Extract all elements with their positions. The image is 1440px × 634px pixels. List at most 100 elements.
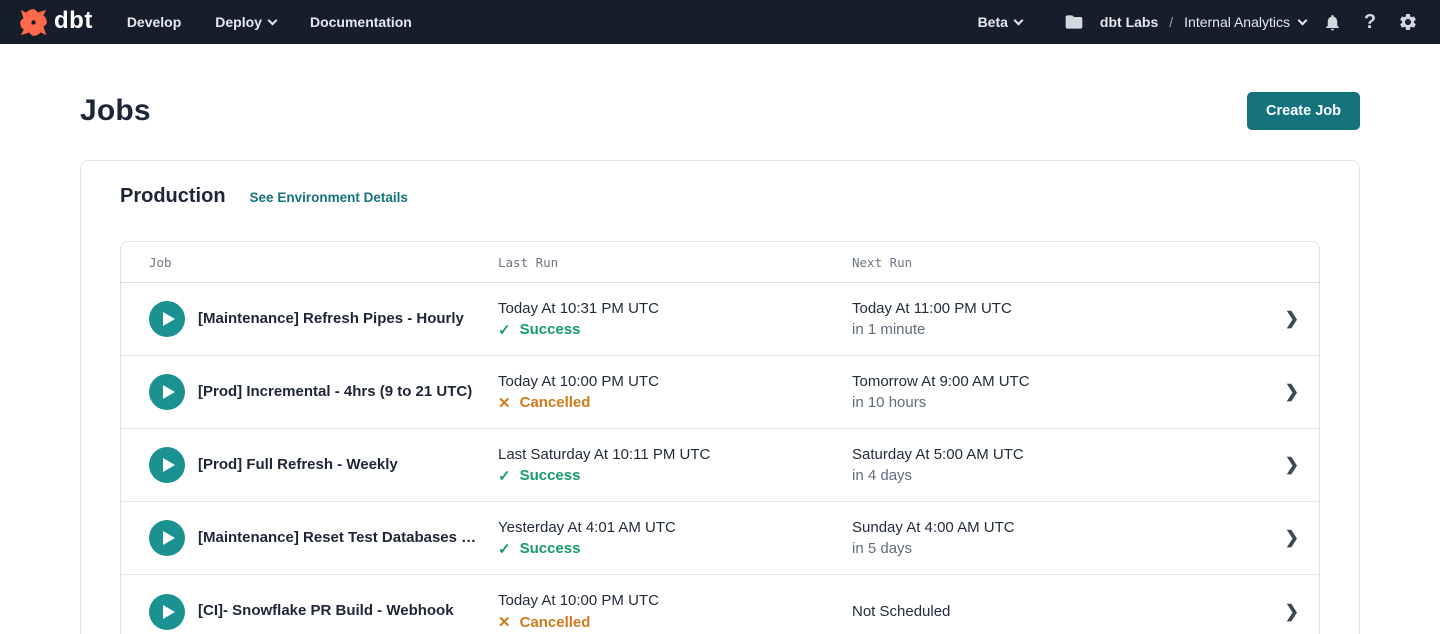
last-run-status: ✓ Success xyxy=(498,540,836,558)
last-run-status: ✕ Cancelled xyxy=(498,394,836,412)
run-job-play-button[interactable] xyxy=(149,301,185,337)
create-job-button[interactable]: Create Job xyxy=(1247,92,1360,130)
breadcrumb[interactable]: dbt Labs / Internal Analytics xyxy=(1100,14,1306,30)
page-header: Jobs Create Job xyxy=(80,92,1360,130)
see-environment-details-link[interactable]: See Environment Details xyxy=(250,190,408,205)
play-icon xyxy=(163,458,175,472)
job-cell: [CI]- Snowflake PR Build - Webhook xyxy=(149,594,498,630)
next-run-relative: in 5 days xyxy=(852,540,1243,557)
status-icon: ✓ xyxy=(498,540,511,558)
row-chevron-cell: ❯ xyxy=(1259,528,1299,548)
row-chevron-cell: ❯ xyxy=(1259,455,1299,475)
job-name: [Prod] Full Refresh - Weekly xyxy=(198,456,398,475)
table-row[interactable]: [Maintenance] Refresh Pipes - Hourly Tod… xyxy=(121,283,1319,356)
last-run-status-label: Success xyxy=(520,321,581,338)
next-run-time: Tomorrow At 9:00 AM UTC xyxy=(852,373,1243,390)
next-run-cell: Today At 11:00 PM UTC in 1 minute xyxy=(852,300,1259,338)
chevron-right-icon[interactable]: ❯ xyxy=(1285,602,1299,622)
table-row[interactable]: [Prod] Incremental - 4hrs (9 to 21 UTC) … xyxy=(121,356,1319,429)
job-cell: [Maintenance] Reset Test Databases - W..… xyxy=(149,520,498,556)
job-cell: [Maintenance] Refresh Pipes - Hourly xyxy=(149,301,498,337)
table-row[interactable]: [CI]- Snowflake PR Build - Webhook Today… xyxy=(121,575,1319,634)
run-job-play-button[interactable] xyxy=(149,594,185,630)
page-title: Jobs xyxy=(80,94,151,128)
last-run-status-label: Success xyxy=(520,540,581,557)
next-run-cell: Sunday At 4:00 AM UTC in 5 days xyxy=(852,519,1259,557)
last-run-time: Today At 10:00 PM UTC xyxy=(498,592,836,609)
status-icon: ✕ xyxy=(498,613,511,631)
help-icon[interactable]: ? xyxy=(1358,10,1382,34)
column-header-last-run: Last Run xyxy=(498,255,852,270)
next-run-cell: Tomorrow At 9:00 AM UTC in 10 hours xyxy=(852,373,1259,411)
chevron-right-icon[interactable]: ❯ xyxy=(1285,455,1299,475)
run-job-play-button[interactable] xyxy=(149,520,185,556)
next-run-time: Not Scheduled xyxy=(852,603,1243,620)
last-run-cell: Yesterday At 4:01 AM UTC ✓ Success xyxy=(498,519,852,558)
next-run-time: Saturday At 5:00 AM UTC xyxy=(852,446,1243,463)
play-icon xyxy=(163,385,175,399)
page-body: Jobs Create Job Production See Environme… xyxy=(0,92,1440,634)
job-name: [Maintenance] Reset Test Databases - W..… xyxy=(198,529,478,548)
job-name: [CI]- Snowflake PR Build - Webhook xyxy=(198,602,454,621)
last-run-status: ✓ Success xyxy=(498,321,836,339)
row-chevron-cell: ❯ xyxy=(1259,382,1299,402)
environment-header: Production See Environment Details xyxy=(120,185,1320,208)
last-run-cell: Today At 10:31 PM UTC ✓ Success xyxy=(498,300,852,339)
last-run-status-label: Success xyxy=(520,467,581,484)
jobs-table-body: [Maintenance] Refresh Pipes - Hourly Tod… xyxy=(121,283,1319,634)
brand-word: dbt xyxy=(54,9,93,36)
table-row[interactable]: [Prod] Full Refresh - Weekly Last Saturd… xyxy=(121,429,1319,502)
account-name: dbt Labs xyxy=(1100,14,1158,30)
row-chevron-cell: ❯ xyxy=(1259,602,1299,622)
jobs-table-header: Job Last Run Next Run xyxy=(121,242,1319,283)
breadcrumb-separator: / xyxy=(1167,14,1175,30)
folder-icon xyxy=(1062,10,1086,34)
nav-item-deploy[interactable]: Deploy xyxy=(215,14,276,30)
top-nav: dbt Develop Deploy Documentation Beta db… xyxy=(0,0,1440,44)
last-run-cell: Today At 10:00 PM UTC ✕ Cancelled xyxy=(498,592,852,631)
last-run-status: ✓ Success xyxy=(498,467,836,485)
job-cell: [Prod] Full Refresh - Weekly xyxy=(149,447,498,483)
notifications-bell-icon[interactable] xyxy=(1320,10,1344,34)
next-run-relative: in 4 days xyxy=(852,467,1243,484)
next-run-cell: Not Scheduled xyxy=(852,603,1259,620)
last-run-time: Today At 10:31 PM UTC xyxy=(498,300,836,317)
nav-item-develop[interactable]: Develop xyxy=(127,14,181,30)
next-run-time: Sunday At 4:00 AM UTC xyxy=(852,519,1243,536)
status-icon: ✕ xyxy=(498,394,511,412)
job-name: [Prod] Incremental - 4hrs (9 to 21 UTC) xyxy=(198,383,472,402)
run-job-play-button[interactable] xyxy=(149,374,185,410)
dbt-logo[interactable]: dbt xyxy=(20,9,93,36)
run-job-play-button[interactable] xyxy=(149,447,185,483)
environment-card: Production See Environment Details Job L… xyxy=(80,160,1360,634)
last-run-time: Yesterday At 4:01 AM UTC xyxy=(498,519,836,536)
job-name: [Maintenance] Refresh Pipes - Hourly xyxy=(198,310,464,329)
next-run-relative: in 1 minute xyxy=(852,321,1243,338)
last-run-time: Last Saturday At 10:11 PM UTC xyxy=(498,446,836,463)
table-row[interactable]: [Maintenance] Reset Test Databases - W..… xyxy=(121,502,1319,575)
nav-links: Develop Deploy Documentation xyxy=(127,14,412,30)
next-run-relative: in 10 hours xyxy=(852,394,1243,411)
gear-icon[interactable] xyxy=(1396,10,1420,34)
column-header-job: Job xyxy=(149,255,498,270)
play-icon xyxy=(163,531,175,545)
last-run-status-label: Cancelled xyxy=(520,614,591,631)
status-icon: ✓ xyxy=(498,467,511,485)
next-run-time: Today At 11:00 PM UTC xyxy=(852,300,1243,317)
nav-right: Beta dbt Labs / Internal Analytics ? xyxy=(978,10,1420,34)
jobs-table: Job Last Run Next Run [Maintenance] Refr… xyxy=(120,241,1320,634)
nav-item-documentation[interactable]: Documentation xyxy=(310,14,412,30)
last-run-status-label: Cancelled xyxy=(520,394,591,411)
last-run-time: Today At 10:00 PM UTC xyxy=(498,373,836,390)
last-run-status: ✕ Cancelled xyxy=(498,613,836,631)
status-icon: ✓ xyxy=(498,321,511,339)
chevron-down-icon xyxy=(1013,15,1023,25)
last-run-cell: Last Saturday At 10:11 PM UTC ✓ Success xyxy=(498,446,852,485)
job-cell: [Prod] Incremental - 4hrs (9 to 21 UTC) xyxy=(149,374,498,410)
dbt-logo-icon xyxy=(20,9,47,36)
chevron-right-icon[interactable]: ❯ xyxy=(1285,309,1299,329)
chevron-right-icon[interactable]: ❯ xyxy=(1285,528,1299,548)
beta-dropdown[interactable]: Beta xyxy=(978,14,1022,30)
environment-name: Production xyxy=(120,185,226,208)
chevron-right-icon[interactable]: ❯ xyxy=(1285,382,1299,402)
